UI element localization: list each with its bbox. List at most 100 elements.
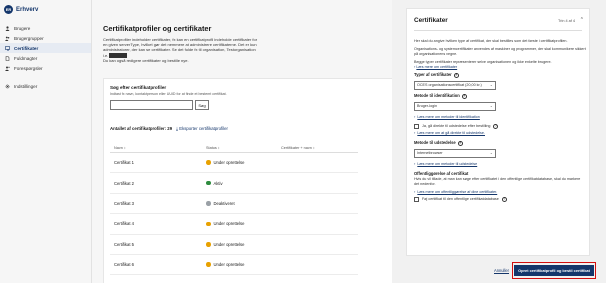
public-database-label: Føj certifikat til den offentlige certif…: [422, 196, 499, 201]
status-label: Under oprettelse: [213, 241, 245, 247]
direct-issue-label: Ja, gå direkte til udstedelse efter best…: [422, 124, 491, 129]
search-hint: Indtast fx navn, kontaktperson eller UUI…: [110, 92, 227, 96]
info-icon[interactable]: ?: [453, 73, 459, 79]
sidebar-item-certifikater[interactable]: Certifikater: [0, 43, 91, 53]
header-name[interactable]: Navn ↕: [110, 146, 206, 150]
sidebar: ER Erhverv Brugere Brugergrupper Certifi…: [0, 0, 92, 283]
certificate-icon: [5, 45, 10, 51]
status-label: Deaktiveret: [213, 200, 235, 206]
cell-name: Certifikat 3: [114, 200, 135, 206]
info-icon[interactable]: ?: [461, 94, 467, 100]
submit-button[interactable]: Opret certifikatprofil og bestil certifi…: [514, 265, 594, 276]
public-text: Hvis du vil tillade, at man kan søge eft…: [414, 176, 581, 186]
sidebar-item-brugergrupper[interactable]: Brugergrupper: [0, 33, 91, 43]
ident-heading: Metode til identifikation ?: [414, 93, 467, 100]
certificate-type-select[interactable]: OCES organisationscertifikat (20,00 kr.)…: [414, 81, 496, 91]
sidebar-item-label: Forespørgsler: [14, 65, 43, 71]
sidebar-item-brugere[interactable]: Brugere: [0, 23, 91, 33]
link-identification-methods[interactable]: Læs mere om metoder til identifikation: [417, 115, 480, 120]
sidebar-item-indstillinger[interactable]: Indstillinger: [0, 81, 91, 91]
chevron-right-icon: ›: [414, 114, 416, 120]
panel-text-1: Her skal du angive hvilken type af certi…: [414, 39, 568, 43]
cell-status: Under oprettelse: [206, 160, 281, 165]
chevron-down-icon: ⌄: [489, 150, 493, 155]
cell-name: Certifikat 1: [114, 160, 135, 166]
status-dot: [206, 242, 211, 247]
link-direct-issue[interactable]: Læs mere om at gå direkte til udstedelse…: [417, 131, 485, 136]
public-database-checkbox[interactable]: [414, 196, 419, 202]
chevron-right-icon: ›: [414, 188, 416, 194]
cell-status: Under oprettelse: [206, 262, 281, 267]
logo-text: Erhverv: [16, 6, 39, 13]
user-icon: [5, 25, 10, 31]
divider: [414, 30, 582, 31]
sidebar-item-label: Indstillinger: [14, 83, 38, 89]
link-issue-methods[interactable]: Læs mere om metoder til udstedelse: [417, 162, 477, 167]
sidebar-item-fuldmagter[interactable]: Fuldmagter: [0, 53, 91, 63]
type-heading: Typer af certifikater ?: [414, 72, 459, 79]
issue-method-select[interactable]: Internetbrowser ⌄: [414, 148, 496, 158]
chevron-down-icon: ⌄: [489, 83, 493, 88]
chevron-down-icon: ⌄: [489, 104, 493, 109]
chevron-up-icon[interactable]: ⌃: [580, 17, 584, 23]
main-content: Certifikatprofiler og certifikater Certi…: [92, 0, 393, 283]
table-row[interactable]: Certifikat 4 Under oprettelse: [110, 214, 358, 235]
info-icon[interactable]: ?: [457, 140, 463, 146]
intro-paragraph-2: Du kan også redigere certifikater og bes…: [103, 57, 189, 63]
header-certificates[interactable]: Certifikater + navn ↕: [281, 146, 358, 150]
wizard-overlay: Certifikater Trin 4 af 4 ⌃ Her skal du a…: [392, 0, 606, 283]
sidebar-item-label: Brugere: [14, 25, 31, 31]
cell-name: Certifikat 4: [114, 221, 135, 227]
profiles-card: Søg efter certifikatprofiler Indtast fx …: [103, 78, 393, 283]
panel-text-2: Organisations- og systemcertifikater anv…: [414, 47, 586, 56]
profile-count: Antallet af certifikatprofiler: 29: [110, 126, 173, 131]
issue-heading: Metode til udstedelse ?: [414, 139, 463, 146]
cell-name: Certifikat 2: [114, 180, 135, 186]
cell-name: Certifikat 5: [114, 241, 135, 247]
link-row: › Læs mere om offentliggørelse af dine c…: [414, 188, 586, 195]
public-row: Føj certifikat til den offentlige certif…: [414, 196, 586, 202]
info-icon[interactable]: ?: [501, 196, 507, 202]
status-dot: [206, 262, 211, 267]
status-label: Under oprettelse: [213, 262, 245, 268]
table-row[interactable]: Certifikat 3 Deaktiveret: [110, 194, 358, 215]
direct-issue-row: Ja, gå direkte til udstedelse efter best…: [414, 124, 586, 129]
search-button[interactable]: Søg: [195, 100, 209, 110]
step-indicator: Trin 4 af 4: [558, 19, 575, 23]
search-label: Søg efter certifikatprofiler: [110, 85, 167, 90]
download-icon: ⤓: [176, 126, 179, 131]
link-public-database[interactable]: Læs mere om offentliggørelse af dine cer…: [417, 190, 497, 195]
header-status[interactable]: Status ↕: [206, 146, 281, 150]
sort-icon: ↕: [217, 145, 220, 150]
table-row[interactable]: Certifikat 6 Under oprettelse: [110, 255, 358, 276]
table-row[interactable]: Certifikat 1 Under oprettelse: [110, 153, 358, 174]
direct-issue-checkbox[interactable]: [414, 124, 419, 129]
app-logo[interactable]: ER Erhverv: [0, 0, 91, 19]
export-link[interactable]: ⤓ Eksporter certifikatprofiler: [176, 126, 228, 131]
certificates-panel: Certifikater Trin 4 af 4 ⌃ Her skal du a…: [406, 8, 590, 256]
profiles-table: Navn ↕ Status ↕ Certifikater + navn ↕ Ce…: [110, 143, 358, 276]
sidebar-item-label: Fuldmagter: [14, 55, 38, 61]
page-title: Certifikatprofiler og certifikater: [103, 24, 212, 33]
search-input[interactable]: [110, 100, 193, 110]
link-row: › Læs mere om at gå direkte til udstedel…: [414, 130, 586, 136]
sidebar-item-forespoergsler[interactable]: Forespørgsler: [0, 63, 91, 73]
info-icon[interactable]: ?: [493, 124, 499, 129]
panel-title: Certifikater: [414, 17, 448, 24]
sidebar-item-label: Certifikater: [14, 45, 39, 51]
identification-method-select[interactable]: Bruger-login ⌄: [414, 102, 496, 112]
sidebar-nav: Brugere Brugergrupper Certifikater Fuldm…: [0, 23, 91, 91]
table-header: Navn ↕ Status ↕ Certifikater + navn ↕: [110, 143, 358, 153]
user-request-icon: [5, 66, 10, 71]
panel-body: Her skal du angive hvilken type af certi…: [414, 39, 586, 204]
table-row[interactable]: Certifikat 2 Aktiv: [110, 173, 358, 194]
chevron-right-icon: ›: [414, 160, 416, 166]
cell-status: Deaktiveret: [206, 201, 281, 206]
cancel-link[interactable]: Annuller: [494, 268, 509, 273]
table-row[interactable]: Certifikat 5 Under oprettelse: [110, 235, 358, 255]
link-more-certificates[interactable]: Læs mere om certifikater: [416, 65, 457, 69]
cell-status: Aktiv: [206, 181, 281, 186]
status-dot: [206, 180, 211, 186]
document-icon: [5, 55, 10, 61]
link-row: › Læs mere om metoder til identifikation: [414, 114, 586, 120]
